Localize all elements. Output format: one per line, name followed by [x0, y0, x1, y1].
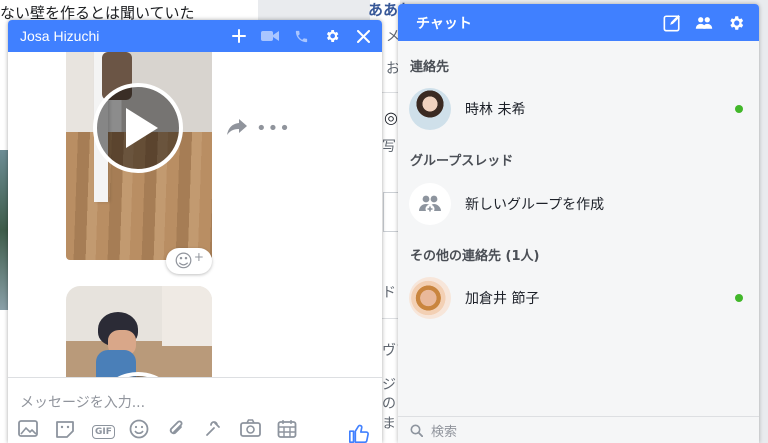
- composer-toolbar: GIF: [8, 419, 382, 443]
- gif-label: GIF: [92, 425, 115, 439]
- contact-item[interactable]: 加倉井 節子: [398, 274, 759, 322]
- chat-window-header[interactable]: Josa Hizuchi: [8, 20, 382, 52]
- feed-fragment: 写: [382, 139, 396, 155]
- emoji-icon[interactable]: [129, 419, 166, 443]
- sidebar-title: チャット: [416, 15, 472, 32]
- compose-icon[interactable]: [663, 14, 681, 32]
- share-icon[interactable]: [226, 118, 248, 140]
- feed-fragment: ま: [382, 416, 396, 432]
- contact-name: 加倉井 節子: [465, 291, 540, 307]
- section-heading-other-contacts: その他の連絡先 (1人): [410, 249, 540, 264]
- more-options-icon[interactable]: •••: [256, 118, 291, 139]
- new-group-icon[interactable]: [695, 14, 713, 32]
- contact-name: 新しいグループを作成: [465, 197, 605, 213]
- search-icon: [410, 424, 423, 437]
- gif-icon[interactable]: GIF: [92, 419, 129, 443]
- avatar: [409, 88, 451, 130]
- contact-name: 時林 未希: [465, 102, 526, 118]
- video-message[interactable]: [66, 52, 212, 260]
- chat-contact-name[interactable]: Josa Hizuchi: [20, 28, 230, 44]
- photo-icon[interactable]: [18, 419, 55, 443]
- message-thread[interactable]: ••• ☺ +: [8, 52, 382, 377]
- create-group-item[interactable]: 新しいグループを作成: [398, 180, 759, 228]
- attach-icon[interactable]: [166, 419, 203, 443]
- video-call-icon[interactable]: [261, 27, 279, 45]
- calendar-icon[interactable]: [277, 419, 314, 443]
- chat-window: Josa Hizuchi ••• ☺ + メッセージを入力... GIF: [8, 20, 382, 443]
- feed-fragment: ジ: [382, 377, 396, 393]
- like-icon[interactable]: [348, 422, 370, 443]
- message-input[interactable]: メッセージを入力...: [8, 377, 382, 411]
- plus-icon[interactable]: [230, 27, 248, 45]
- group-icon: [409, 183, 451, 225]
- contact-search-input[interactable]: 検索: [398, 416, 759, 443]
- online-status-dot: [735, 294, 743, 302]
- gear-icon[interactable]: [323, 27, 341, 45]
- phone-icon[interactable]: [292, 27, 310, 45]
- sticker-icon[interactable]: [55, 419, 92, 443]
- online-status-dot: [735, 105, 743, 113]
- reaction-plus: +: [193, 250, 204, 264]
- search-placeholder: 検索: [431, 424, 458, 440]
- feed-fragment: の: [382, 396, 396, 412]
- contact-item[interactable]: 時林 未希: [398, 85, 759, 133]
- section-heading-contacts: 連絡先: [410, 60, 450, 75]
- chat-sidebar: チャット 連絡先 時林 未希 グループスレッド 新しいグループを作成 その他の連…: [398, 4, 759, 443]
- game-icon[interactable]: [203, 419, 240, 443]
- camera-fragment-icon: ◎: [384, 108, 398, 127]
- emoji-icon: ☺: [174, 250, 193, 272]
- add-reaction-button[interactable]: ☺ +: [166, 248, 212, 274]
- avatar: [409, 277, 451, 319]
- play-icon[interactable]: [93, 83, 183, 173]
- message-placeholder: メッセージを入力...: [20, 395, 146, 411]
- section-heading-group-threads: グループスレッド: [410, 154, 514, 169]
- camera-icon[interactable]: [240, 419, 277, 443]
- sidebar-header: チャット: [398, 4, 759, 41]
- close-icon[interactable]: [354, 27, 372, 45]
- gear-icon[interactable]: [727, 14, 745, 32]
- video-message[interactable]: [66, 286, 212, 377]
